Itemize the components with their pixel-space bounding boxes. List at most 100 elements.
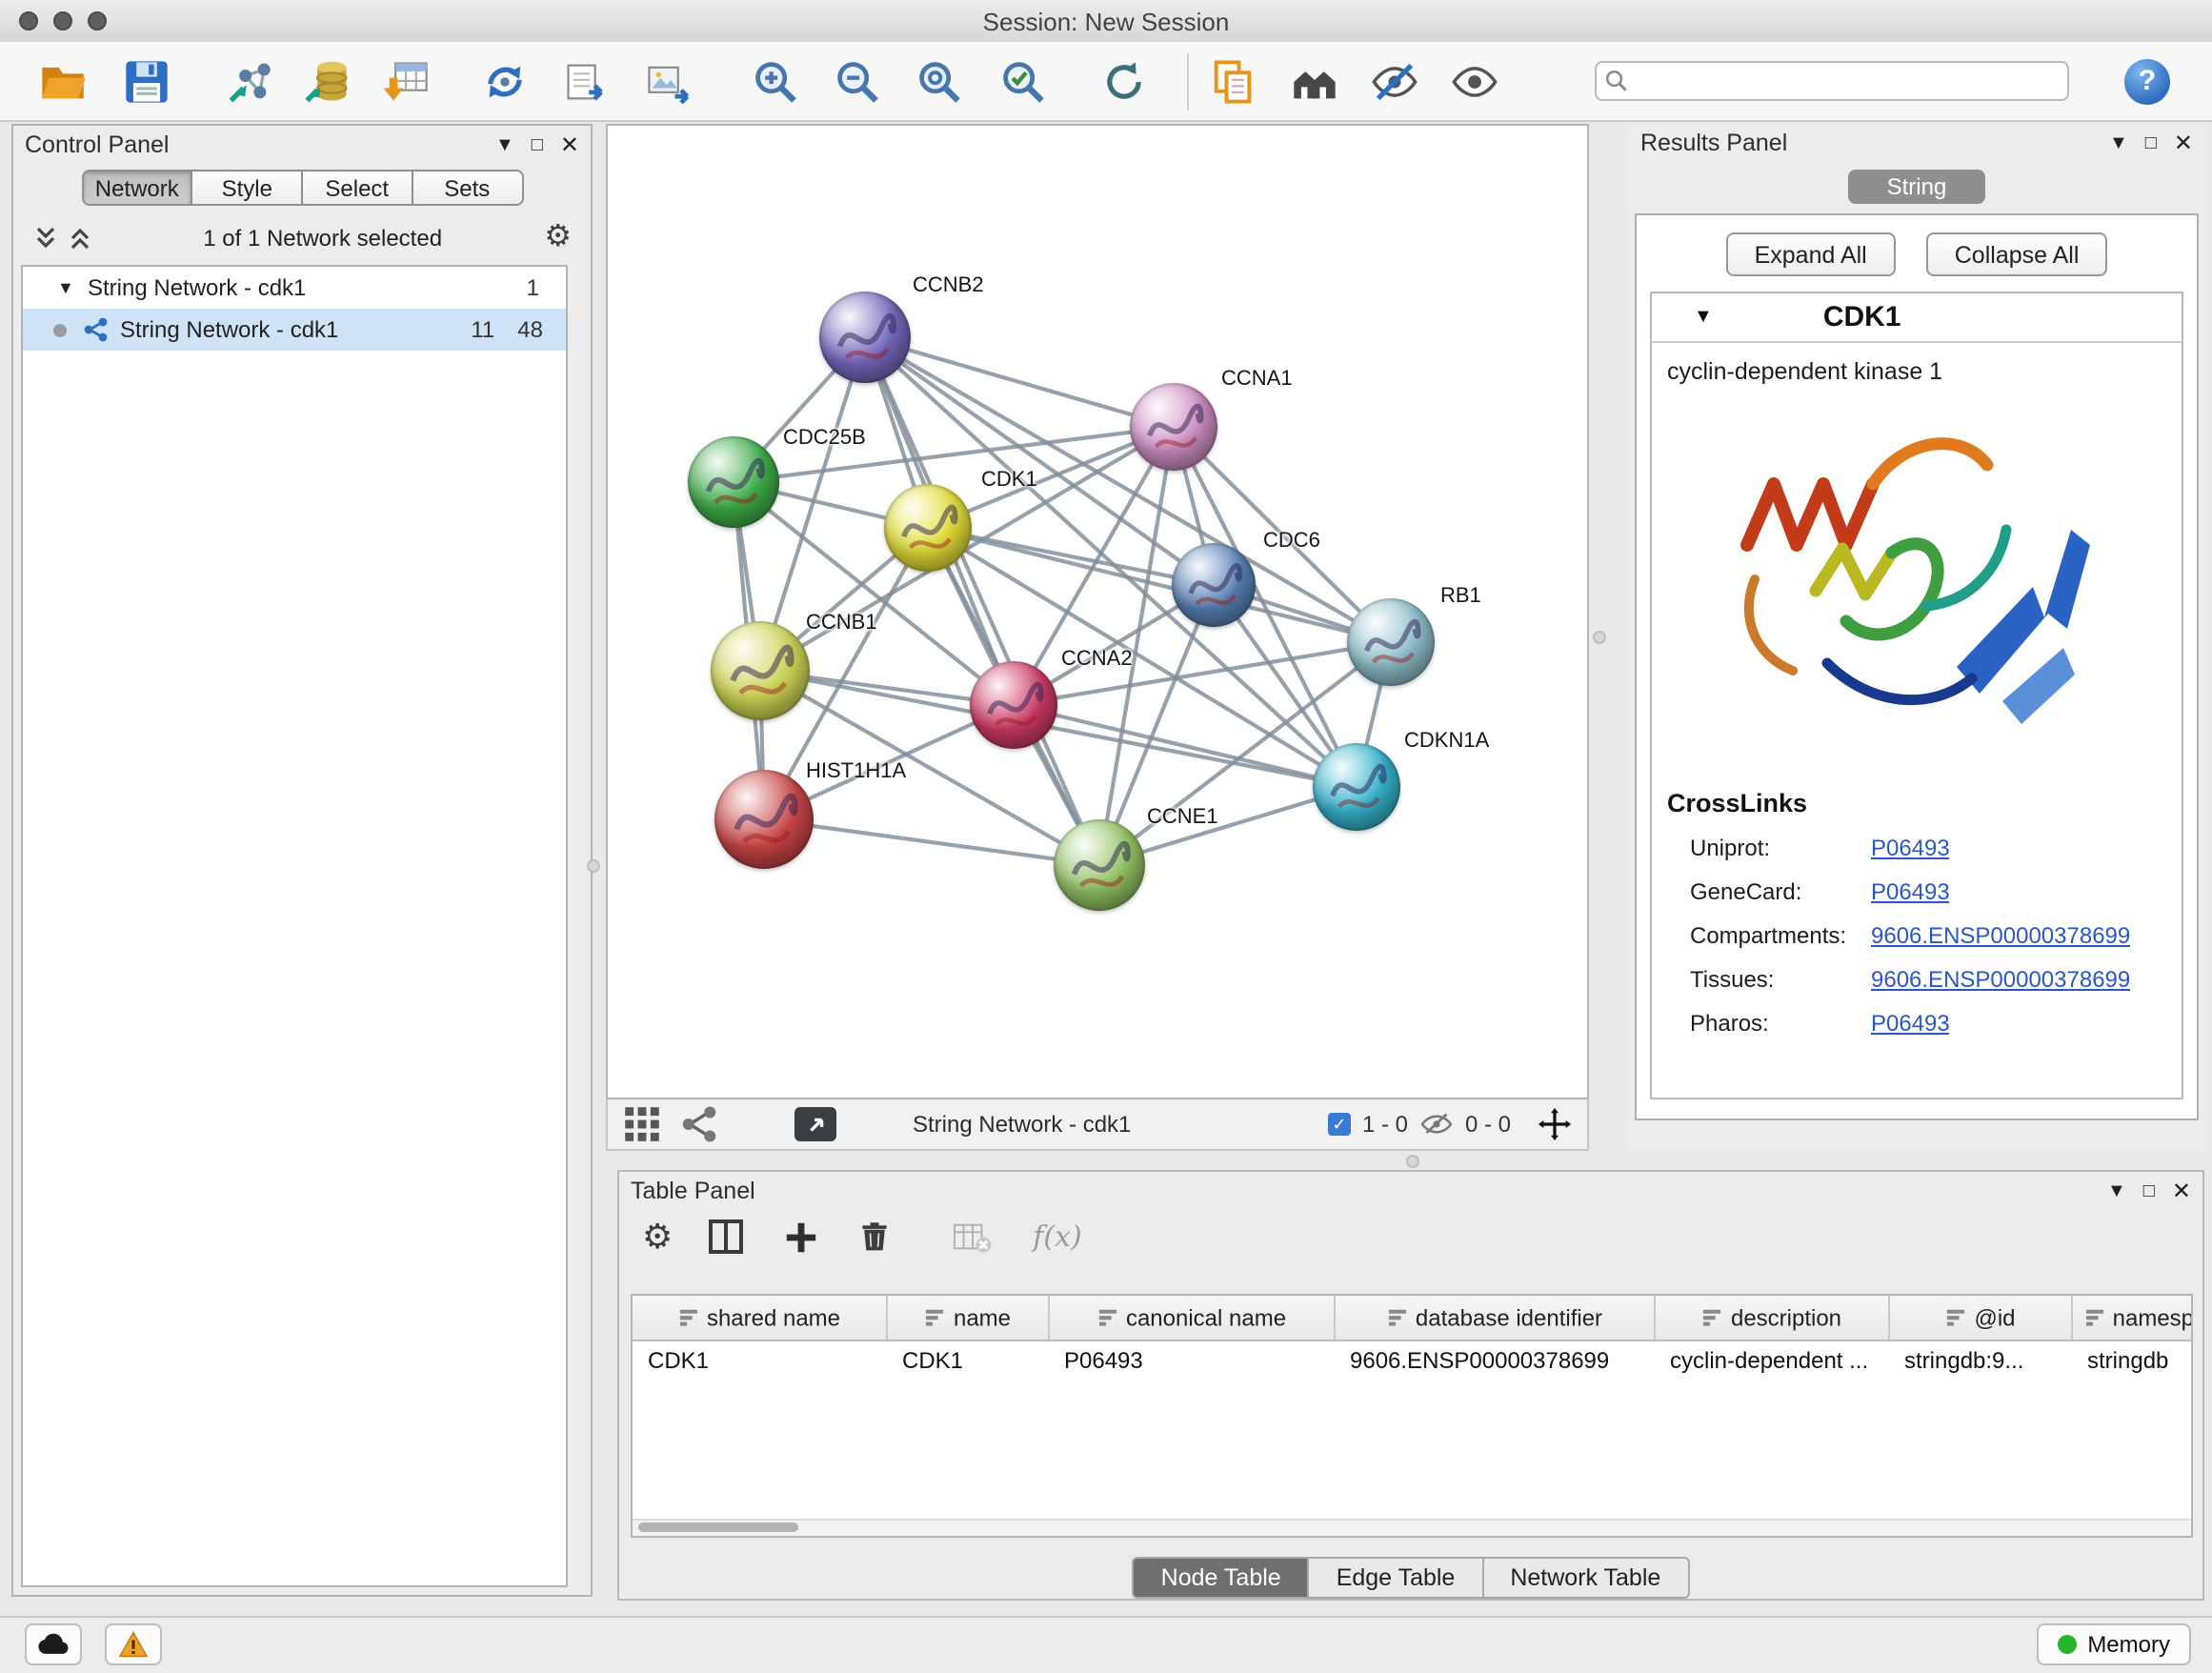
table-cell[interactable]: 9606.ENSP00000378699 xyxy=(1335,1340,1655,1378)
table-cell[interactable]: CDK1 xyxy=(633,1340,887,1378)
crosslink-link[interactable]: 9606.ENSP00000378699 xyxy=(1871,965,2130,992)
network-options-gear-icon[interactable]: ⚙ xyxy=(544,223,572,253)
birdseye-view-icon[interactable] xyxy=(680,1105,718,1143)
network-node-cdk1[interactable] xyxy=(884,484,972,572)
crosslink-link[interactable]: P06493 xyxy=(1871,1009,1950,1036)
network-node-rb1[interactable] xyxy=(1347,598,1435,686)
crosslink-link[interactable]: P06493 xyxy=(1871,834,1950,860)
control-panel-float-icon[interactable]: □ xyxy=(532,134,543,155)
tab-string[interactable]: String xyxy=(1848,170,1985,204)
table-panel-collapse-icon[interactable]: ▼ xyxy=(2107,1180,2126,1201)
import-network-from-database-button[interactable] xyxy=(295,49,360,113)
memory-button[interactable]: Memory xyxy=(2036,1623,2191,1665)
tab-select[interactable]: Select xyxy=(303,171,413,204)
column-header[interactable]: description xyxy=(1655,1296,1889,1340)
network-node-ccna1[interactable] xyxy=(1130,383,1217,471)
table-panel-float-icon[interactable]: □ xyxy=(2143,1180,2155,1201)
copy-style-button[interactable] xyxy=(1200,49,1265,113)
network-node-hist1h1a[interactable] xyxy=(714,770,814,869)
column-header[interactable]: database identifier xyxy=(1335,1296,1655,1340)
column-header[interactable]: @id xyxy=(1889,1296,2072,1340)
new-network-from-selection-button[interactable] xyxy=(473,49,537,113)
table-horizontal-scrollbar[interactable] xyxy=(633,1519,2191,1536)
network-node-cdc6[interactable] xyxy=(1172,543,1256,627)
selected-indicator-checkbox[interactable]: ✓ xyxy=(1328,1113,1351,1136)
save-session-button[interactable] xyxy=(114,49,179,113)
zoom-in-button[interactable] xyxy=(743,49,808,113)
protein-section-header[interactable]: ▼ CDK1 xyxy=(1652,293,2182,343)
cloud-status-button[interactable] xyxy=(25,1623,82,1665)
help-icon: ? xyxy=(2139,65,2156,97)
table-cell[interactable]: stringdb xyxy=(2072,1340,2193,1378)
network-node-cdkn1a[interactable] xyxy=(1313,743,1400,831)
add-column-icon[interactable] xyxy=(779,1216,821,1258)
table-cell[interactable]: cyclin-dependent ... xyxy=(1655,1340,1889,1378)
help-button[interactable]: ? xyxy=(2124,58,2170,104)
protein-name: CDK1 xyxy=(1823,301,1901,333)
expand-all-button[interactable]: Expand All xyxy=(1726,232,1896,276)
search-input[interactable] xyxy=(1595,61,2069,101)
crosslink-link[interactable]: P06493 xyxy=(1871,877,1950,904)
results-panel-collapse-icon[interactable]: ▼ xyxy=(2109,132,2128,153)
tab-edge-table[interactable]: Edge Table xyxy=(1310,1557,1484,1599)
hide-selected-button[interactable] xyxy=(1362,49,1427,113)
pan-crosshair-icon[interactable] xyxy=(1538,1107,1572,1141)
tab-style[interactable]: Style xyxy=(193,171,304,204)
table-cell[interactable]: P06493 xyxy=(1049,1340,1335,1378)
results-panel-float-icon[interactable]: □ xyxy=(2145,132,2157,153)
table-cell[interactable]: CDK1 xyxy=(887,1340,1049,1378)
apply-layout-button[interactable] xyxy=(1092,49,1156,113)
warnings-button[interactable] xyxy=(105,1623,162,1665)
tab-network[interactable]: Network xyxy=(83,171,193,204)
crosslink-link[interactable]: 9606.ENSP00000378699 xyxy=(1871,921,2130,948)
tree-expand-icon[interactable]: ▼ xyxy=(57,278,80,297)
detach-view-icon[interactable] xyxy=(794,1107,836,1141)
splitter-handle[interactable] xyxy=(1593,631,1606,644)
network-node-ccna2[interactable] xyxy=(970,661,1057,749)
zoom-fit-button[interactable] xyxy=(907,49,972,113)
network-row[interactable]: String Network - cdk1 11 48 xyxy=(23,309,566,351)
control-panel-collapse-icon[interactable]: ▼ xyxy=(495,134,514,155)
splitter-handle[interactable] xyxy=(1406,1155,1419,1168)
column-header[interactable]: canonical name xyxy=(1049,1296,1335,1340)
export-network-button[interactable] xyxy=(554,49,619,113)
column-header[interactable]: shared name xyxy=(633,1296,887,1340)
network-canvas[interactable]: CCNB2CCNA1CDC25BCDK1CDC6RB1CCNB1CCNA2CDK… xyxy=(606,124,1589,1099)
tab-sets[interactable]: Sets xyxy=(413,171,522,204)
table-row[interactable]: CDK1CDK1P064939606.ENSP00000378699cyclin… xyxy=(633,1340,2193,1378)
show-all-button[interactable] xyxy=(1442,49,1507,113)
import-table-from-file-button[interactable] xyxy=(373,49,438,113)
first-neighbors-button[interactable] xyxy=(1282,49,1347,113)
splitter-handle[interactable] xyxy=(587,859,600,873)
network-node-cdc25b[interactable] xyxy=(688,436,779,528)
scrollbar-thumb[interactable] xyxy=(638,1522,798,1532)
network-collection-row[interactable]: ▼ String Network - cdk1 1 xyxy=(23,267,566,309)
export-image-button[interactable] xyxy=(636,49,701,113)
open-session-button[interactable] xyxy=(30,49,95,113)
results-panel-close-icon[interactable]: ✕ xyxy=(2174,130,2193,156)
collapse-all-button[interactable]: Collapse All xyxy=(1926,232,2108,276)
column-header[interactable]: name xyxy=(887,1296,1049,1340)
import-network-from-file-button[interactable] xyxy=(217,49,282,113)
table-panel-close-icon[interactable]: ✕ xyxy=(2172,1178,2191,1204)
network-node-ccnb2[interactable] xyxy=(819,292,911,383)
results-panel-title: Results Panel xyxy=(1640,130,1787,156)
table-cell[interactable]: stringdb:9... xyxy=(1889,1340,2072,1378)
show-columns-icon[interactable] xyxy=(705,1216,747,1258)
tab-node-table[interactable]: Node Table xyxy=(1133,1557,1310,1599)
column-header[interactable]: namespac xyxy=(2072,1296,2193,1340)
control-panel-close-icon[interactable]: ✕ xyxy=(560,131,579,158)
expand-all-networks-icon[interactable] xyxy=(32,227,59,250)
tab-network-table[interactable]: Network Table xyxy=(1483,1557,1689,1599)
network-node-label-cdc25b: CDC25B xyxy=(783,427,866,450)
delete-column-icon[interactable] xyxy=(854,1216,895,1258)
zoom-selected-button[interactable] xyxy=(991,49,1056,113)
network-node-ccne1[interactable] xyxy=(1054,819,1145,911)
collapse-all-networks-icon[interactable] xyxy=(67,227,93,250)
section-collapse-icon[interactable]: ▼ xyxy=(1694,307,1713,328)
grid-view-icon[interactable] xyxy=(623,1105,661,1143)
protein-description: cyclin-dependent kinase 1 xyxy=(1652,343,2182,385)
table-options-gear-icon[interactable]: ⚙ xyxy=(642,1219,673,1254)
zoom-out-button[interactable] xyxy=(825,49,890,113)
network-node-ccnb1[interactable] xyxy=(711,621,810,720)
